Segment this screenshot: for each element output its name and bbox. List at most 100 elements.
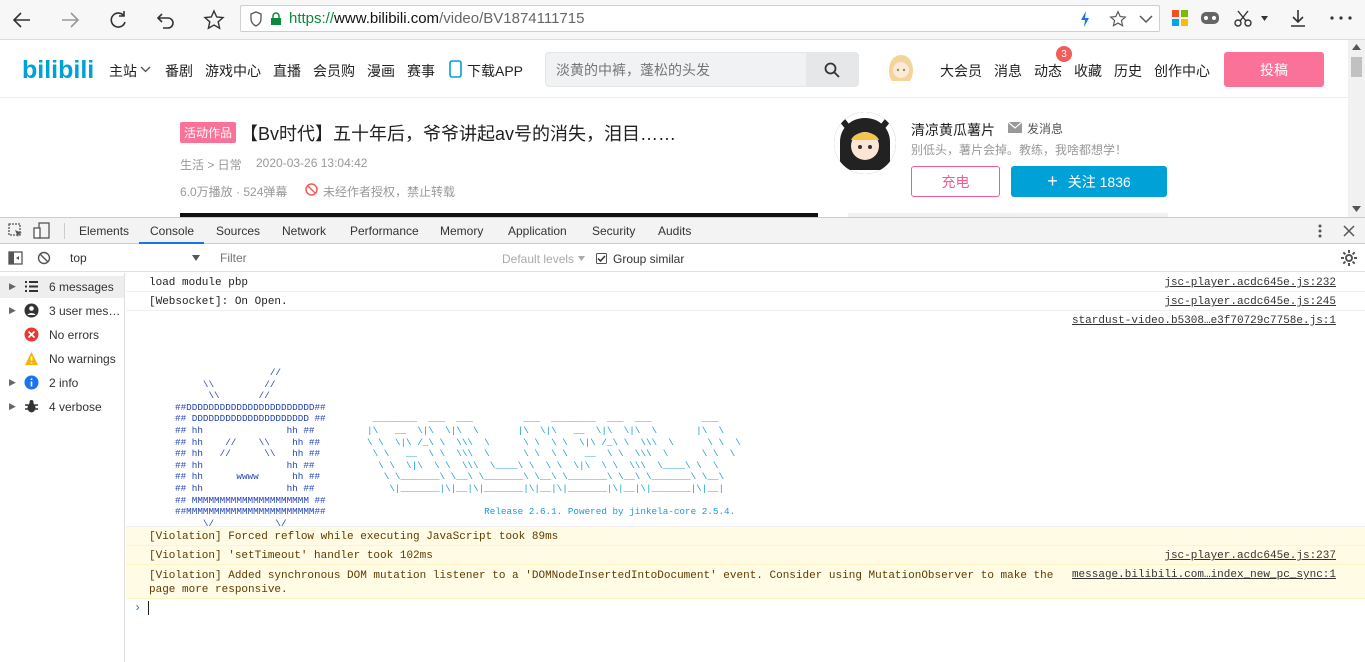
video-category[interactable]: 生活 > 日常 [180, 156, 242, 173]
tab-audits[interactable]: Audits [658, 224, 691, 238]
sidebar-item-errors[interactable]: No errors [0, 324, 124, 346]
sidebar-item-messages[interactable]: ▶ 6 messages [0, 276, 124, 298]
sidebar-item-user-messages[interactable]: ▶ 3 user mess... [0, 300, 124, 322]
log-source-link[interactable]: message.bilibili.com…index_new_pc_sync:1 [1072, 569, 1336, 581]
lock-icon [271, 12, 281, 25]
scrollbar-thumb[interactable] [1351, 57, 1362, 77]
back-button[interactable] [6, 4, 38, 36]
log-source-link[interactable]: jsc-player.acdc645e.js:232 [1164, 277, 1336, 289]
nav-favorites[interactable]: 收藏 [1074, 61, 1102, 81]
page-scrollbar[interactable] [1348, 40, 1365, 217]
more-menu-icon[interactable] [1330, 16, 1352, 20]
search-button[interactable] [806, 53, 858, 86]
checkbox-checked[interactable] [596, 253, 607, 264]
dropdown-caret-icon[interactable] [1261, 16, 1268, 21]
log-message: [Violation] 'setTimeout' handler took 10… [149, 550, 433, 562]
scissors-icon[interactable] [1234, 9, 1252, 27]
uploader-name[interactable]: 清凉黄瓜薯片 [911, 120, 995, 140]
download-icon[interactable] [1288, 8, 1308, 28]
star-icon [203, 9, 225, 30]
gear-icon[interactable] [1341, 250, 1357, 266]
sidebar-item-warnings[interactable]: No warnings [0, 348, 124, 370]
nav-vip[interactable]: 大会员 [940, 61, 982, 81]
apps-grid-icon[interactable] [1172, 10, 1188, 26]
log-source-link[interactable]: jsc-player.acdc645e.js:245 [1164, 296, 1336, 308]
divider [64, 223, 65, 239]
uploader-avatar-icon [834, 112, 896, 174]
lightning-icon[interactable] [1079, 10, 1091, 28]
nav-download-app[interactable]: 下载APP [467, 61, 523, 81]
address-bar[interactable]: https://www.bilibili.com/video/BV1874111… [240, 5, 1160, 32]
log-source-link[interactable]: stardust-video.b5308…e3f70729c7758e.js:1 [1072, 315, 1336, 327]
avatar[interactable] [884, 51, 918, 85]
undo-button[interactable] [150, 4, 182, 36]
tab-sources[interactable]: Sources [216, 224, 260, 238]
dropdown-caret-icon [192, 255, 200, 261]
shield-icon [250, 11, 262, 27]
tab-security[interactable]: Security [592, 224, 635, 238]
bug-icon [25, 400, 38, 413]
sidebar-label: No errors [49, 328, 100, 342]
activity-tag[interactable]: 活动作品 [180, 122, 237, 143]
console-output: load module pbp jsc-player.acdc645e.js:2… [126, 273, 1365, 662]
nav-live[interactable]: 直播 [273, 61, 301, 81]
sidebar-item-verbose[interactable]: ▶ 4 verbose [0, 396, 124, 418]
group-similar-label[interactable]: Group similar [613, 252, 684, 266]
charge-button[interactable]: 充电 [911, 166, 1000, 197]
tab-elements[interactable]: Elements [79, 224, 129, 238]
warning-icon [25, 352, 38, 365]
tab-memory[interactable]: Memory [440, 224, 483, 238]
inspect-element-icon[interactable] [8, 223, 24, 239]
chevron-down-icon [140, 66, 151, 73]
nav-dynamics[interactable]: 动态 [1034, 61, 1062, 81]
sidebar-label: 6 messages [49, 280, 114, 294]
sidebar-item-info[interactable]: ▶ 2 info [0, 372, 124, 394]
send-message-link[interactable]: 发消息 [1027, 120, 1063, 137]
nav-game-center[interactable]: 游戏中心 [205, 61, 261, 81]
phone-icon [449, 60, 462, 78]
arrow-left-icon [12, 12, 30, 28]
nav-member-shop[interactable]: 会员购 [313, 61, 355, 81]
tab-network[interactable]: Network [282, 224, 326, 238]
console-input-caret[interactable] [148, 601, 149, 615]
uploader-avatar[interactable] [834, 112, 896, 174]
reload-button[interactable] [102, 4, 134, 36]
log-entry-violation: [Violation] Added synchronous DOM mutati… [126, 565, 1365, 599]
nav-history[interactable]: 历史 [1114, 61, 1142, 81]
expand-triangle-icon: ▶ [9, 305, 16, 315]
nav-messages[interactable]: 消息 [994, 61, 1022, 81]
nav-esports[interactable]: 赛事 [407, 61, 435, 81]
log-source-link[interactable]: jsc-player.acdc645e.js:237 [1164, 550, 1336, 562]
search-input[interactable] [556, 60, 806, 80]
clear-console-icon[interactable] [37, 251, 51, 265]
favorite-star-button[interactable] [198, 4, 230, 36]
log-entry-ascii-banner: stardust-video.b5308…e3f70729c7758e.js:1… [126, 311, 1365, 529]
context-label: top [70, 251, 87, 265]
info-icon [24, 375, 39, 390]
gamepad-icon[interactable] [1200, 9, 1220, 27]
tab-console[interactable]: Console [150, 224, 194, 238]
kebab-menu-icon[interactable] [1318, 224, 1322, 238]
console-toolbar: top Default levels Group similar [0, 245, 1365, 272]
close-icon[interactable] [1343, 225, 1355, 237]
filter-input[interactable] [212, 248, 494, 268]
sidebar-toggle-icon[interactable] [8, 251, 23, 265]
nav-main-site[interactable]: 主站 [109, 61, 137, 81]
notification-badge: 3 [1056, 46, 1072, 62]
follow-button[interactable]: + 关注 1836 [1011, 166, 1167, 197]
nav-creator-center[interactable]: 创作中心 [1154, 61, 1210, 81]
context-selector[interactable]: top [60, 248, 202, 268]
chevron-down-icon[interactable] [1139, 14, 1153, 24]
nav-anime[interactable]: 番剧 [165, 61, 193, 81]
forward-button[interactable] [54, 4, 86, 36]
bookmark-star-icon[interactable] [1109, 10, 1127, 28]
nav-manga[interactable]: 漫画 [367, 61, 395, 81]
tab-performance[interactable]: Performance [350, 224, 419, 238]
device-toolbar-icon[interactable] [33, 222, 51, 240]
levels-dropdown[interactable]: Default levels [502, 252, 574, 266]
video-title: 活动作品 【Bv时代】五十年后，爷爷讲起av号的消失，泪目…… [180, 120, 676, 146]
upload-button[interactable]: 投稿 [1224, 52, 1324, 87]
ascii-art-title: ________ ___ ___ ___ ________ ___ ___ __… [367, 367, 741, 518]
tab-application[interactable]: Application [508, 224, 567, 238]
bilibili-logo[interactable]: bilibili [22, 54, 96, 84]
